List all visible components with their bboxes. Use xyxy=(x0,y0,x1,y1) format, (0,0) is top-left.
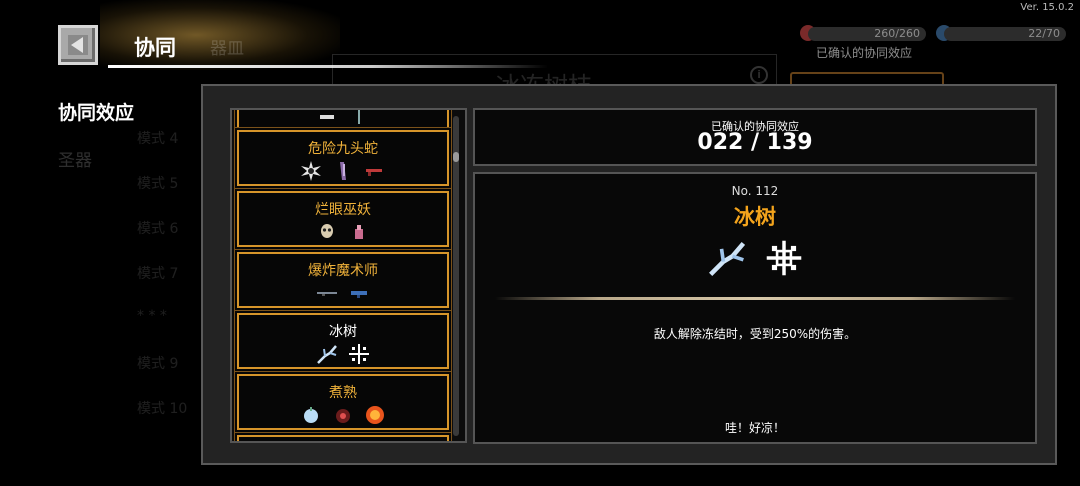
ghost-list-item: * * * xyxy=(137,308,167,324)
ghost-list-item: 模式 10 xyxy=(137,401,188,417)
card-icons xyxy=(239,282,447,304)
card-icons xyxy=(239,221,447,243)
ghost-list-item: 模式 4 xyxy=(137,131,179,147)
tab-relics[interactable]: 器皿 xyxy=(210,34,244,59)
ghost-list-item: 模式 7 xyxy=(137,266,179,282)
stat-health: 260/260 xyxy=(808,27,926,41)
snowflake-icon xyxy=(766,240,802,276)
skull-burst-icon xyxy=(301,161,321,181)
potion-icon xyxy=(336,409,350,423)
synergy-card-hydra[interactable]: 危险九头蛇 xyxy=(237,130,449,186)
card-icons xyxy=(239,110,447,128)
confirmed-label-bg: 已确认的协同效应 xyxy=(816,46,913,60)
synergy-card-lich[interactable]: 烂眼巫妖 xyxy=(237,191,449,247)
blaster-icon xyxy=(351,291,367,298)
detail-description: 敌人解除冻结时，受到250%的伤害。 xyxy=(653,327,857,341)
synergy-card-name: 煮熟 xyxy=(329,385,357,401)
synergy-counter: 已确认的协同效应 022 / 139 xyxy=(473,108,1037,166)
card-icons xyxy=(239,404,447,426)
detail-quote: 哇！好凉！ xyxy=(724,421,785,435)
rifle-icon xyxy=(317,292,337,296)
claw-icon xyxy=(340,162,346,180)
synergy-card-cooked[interactable]: 煮熟 xyxy=(237,374,449,430)
detail-divider xyxy=(495,297,1015,300)
bottle-icon xyxy=(355,225,363,239)
bone-icon xyxy=(320,115,334,119)
stat-energy: 22/70 xyxy=(944,27,1066,41)
back-arrow-icon xyxy=(68,35,88,55)
detail-icons xyxy=(475,238,1035,278)
synergy-detail: No. 112 冰树 敌人解除冻结时，受到250%的伤害。 哇！好凉！ xyxy=(473,172,1037,444)
synergy-card-magician[interactable]: 爆炸魔术师 xyxy=(237,252,449,308)
apple-icon xyxy=(304,407,318,423)
sidebar-item-relics[interactable]: 圣器 xyxy=(58,146,92,171)
synergy-modal: 危险九头蛇 烂眼巫妖 爆炸魔术师 冰树 煮熟 已确认的协同效应 022 / 13… xyxy=(201,84,1057,465)
sidebar-item-synergy[interactable]: 协同效应 xyxy=(58,98,134,125)
synergy-card-name: 爆炸魔术师 xyxy=(308,263,378,279)
snowflake-icon xyxy=(349,344,369,364)
ghost-list-item: 模式 9 xyxy=(137,356,179,372)
dagger-icon xyxy=(358,110,360,124)
scrollbar-thumb[interactable] xyxy=(453,152,459,162)
card-icons xyxy=(239,160,447,182)
card-icons xyxy=(239,343,447,365)
back-button[interactable] xyxy=(58,25,98,65)
fireball-icon xyxy=(366,406,384,424)
ghost-list-item: 模式 5 xyxy=(137,176,179,192)
synergy-card-partial-bottom[interactable] xyxy=(237,435,449,441)
info-icon: i xyxy=(750,66,768,84)
page-title: 协同 xyxy=(134,36,176,60)
detail-name: 冰树 xyxy=(734,205,776,229)
counter-value: 022 / 139 xyxy=(697,130,813,155)
ghost-list-item: 模式 6 xyxy=(137,221,179,237)
synergy-list[interactable]: 危险九头蛇 烂眼巫妖 爆炸魔术师 冰树 煮熟 xyxy=(230,108,467,443)
synergy-card-partial[interactable] xyxy=(237,110,449,132)
ice-branch-icon xyxy=(317,345,337,364)
detail-number: No. 112 xyxy=(731,184,779,198)
synergy-card-ice-tree[interactable]: 冰树 xyxy=(237,313,449,369)
ice-branch-icon xyxy=(709,241,746,276)
synergy-card-name: 烂眼巫妖 xyxy=(315,202,371,218)
synergy-card-name: 冰树 xyxy=(329,324,357,340)
synergy-card-name: 危险九头蛇 xyxy=(308,141,378,157)
gun-icon xyxy=(366,169,382,176)
list-scrollbar[interactable] xyxy=(453,116,459,436)
skull-icon xyxy=(321,224,333,238)
